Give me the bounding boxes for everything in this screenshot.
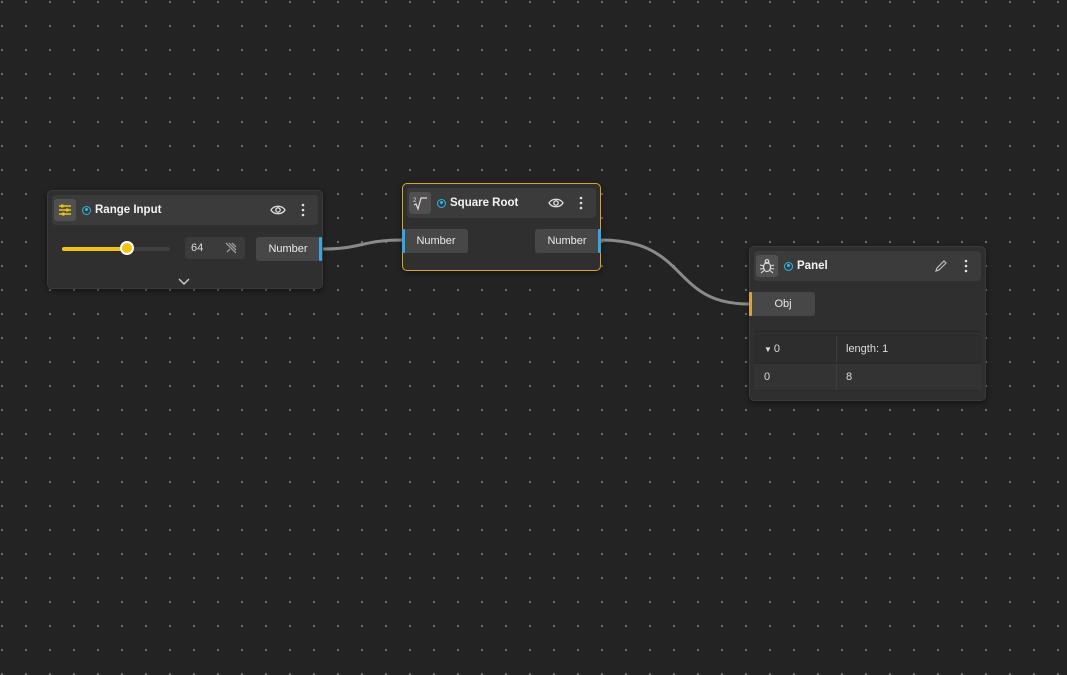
range-input-node[interactable]: Range Input 64 Number bbox=[47, 190, 323, 289]
range-value-box[interactable]: 64 bbox=[185, 237, 245, 259]
wire-range-to-sqrt bbox=[321, 238, 403, 251]
square-root-header[interactable]: 2 Square Root bbox=[407, 188, 596, 218]
panel-table-row: 0 8 bbox=[754, 364, 981, 390]
range-slider[interactable] bbox=[62, 241, 170, 255]
range-output-port[interactable]: Number bbox=[256, 237, 322, 261]
status-indicator-icon bbox=[784, 261, 793, 271]
square-root-icon: 2 bbox=[409, 192, 431, 214]
square-root-input-port[interactable]: Number bbox=[402, 229, 468, 253]
panel-node[interactable]: Panel Obj ▼ 0 length: 1 0 8 bbox=[749, 246, 986, 401]
panel-table-row-value: 8 bbox=[846, 371, 853, 383]
square-root-title: Square Root bbox=[450, 197, 519, 209]
range-slider-fill bbox=[62, 247, 127, 251]
status-indicator-icon bbox=[437, 198, 446, 208]
panel-divider bbox=[754, 331, 981, 332]
panel-table-header-key[interactable]: ▼ 0 bbox=[764, 343, 780, 355]
square-root-output-port[interactable]: Number bbox=[535, 229, 601, 253]
pin-off-icon[interactable] bbox=[224, 241, 238, 258]
panel-table-column-separator bbox=[836, 336, 837, 362]
panel-table-header-key-text: 0 bbox=[773, 343, 781, 355]
more-vertical-icon[interactable] bbox=[293, 200, 313, 220]
eye-icon[interactable] bbox=[546, 193, 566, 213]
eye-icon[interactable] bbox=[268, 200, 288, 220]
pencil-icon[interactable] bbox=[931, 256, 951, 276]
panel-title: Panel bbox=[797, 260, 828, 272]
chevron-down-icon[interactable] bbox=[178, 273, 190, 291]
bug-icon bbox=[756, 255, 778, 277]
range-output-label: Number bbox=[268, 243, 308, 255]
square-root-input-label: Number bbox=[416, 235, 456, 247]
panel-input-label: Obj bbox=[774, 298, 792, 310]
more-vertical-icon[interactable] bbox=[571, 193, 591, 213]
range-input-header[interactable]: Range Input bbox=[52, 195, 318, 225]
panel-table-column-separator bbox=[836, 364, 837, 390]
square-root-node[interactable]: 2 Square Root Number Number bbox=[402, 183, 601, 271]
wire-sqrt-to-panel bbox=[600, 238, 750, 306]
panel-header[interactable]: Panel bbox=[754, 251, 981, 281]
panel-table: ▼ 0 length: 1 0 8 bbox=[754, 335, 981, 391]
panel-table-header-row[interactable]: ▼ 0 length: 1 bbox=[754, 336, 981, 362]
panel-input-port[interactable]: Obj bbox=[749, 292, 815, 316]
range-value[interactable]: 64 bbox=[191, 242, 203, 254]
status-indicator-icon bbox=[82, 205, 91, 215]
square-root-output-label: Number bbox=[547, 235, 587, 247]
panel-table-header-value: length: 1 bbox=[846, 343, 889, 355]
panel-table-row-key: 0 bbox=[764, 371, 771, 383]
range-input-title: Range Input bbox=[95, 204, 162, 216]
more-vertical-icon[interactable] bbox=[956, 256, 976, 276]
range-slider-thumb[interactable] bbox=[119, 241, 134, 255]
sliders-icon bbox=[54, 199, 76, 221]
svg-text:2: 2 bbox=[413, 198, 417, 204]
caret-down-icon[interactable]: ▼ bbox=[764, 345, 772, 354]
